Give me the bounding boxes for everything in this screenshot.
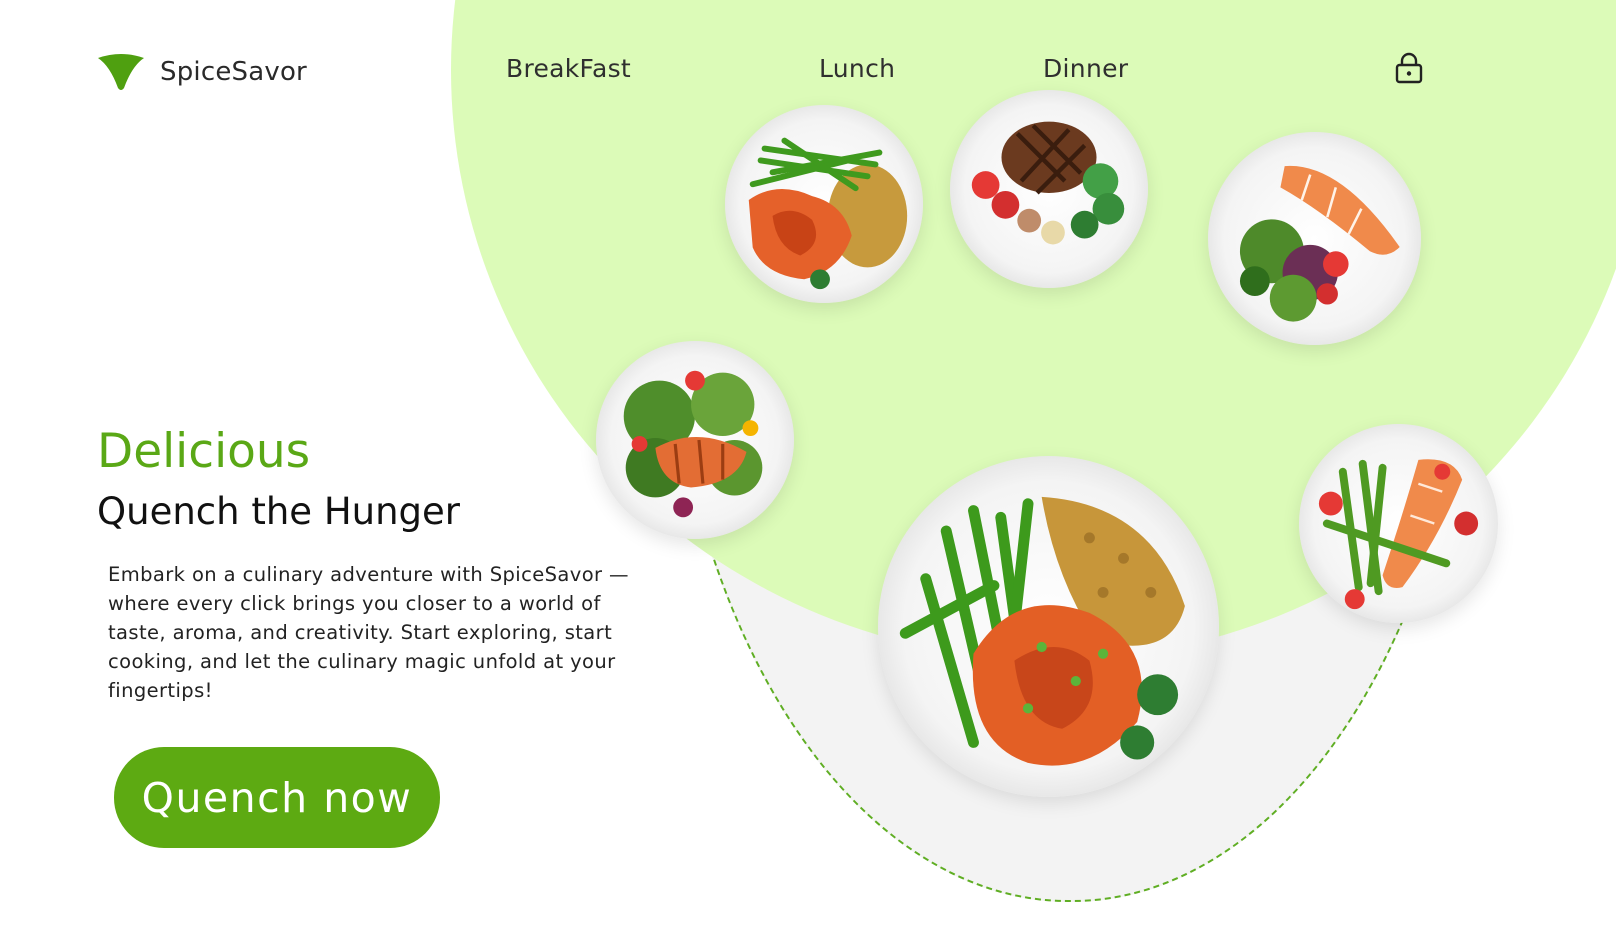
brand-logo[interactable]: SpiceSavor	[96, 52, 307, 92]
quench-now-button[interactable]: Quench now	[114, 747, 440, 848]
dish-salmon-greens-salad[interactable]	[596, 341, 794, 539]
dish-salmon-salad[interactable]	[1208, 132, 1421, 345]
salmon-salad-plate-icon	[1239, 165, 1400, 322]
salmon-greens-salad-plate-icon	[623, 370, 763, 518]
nav-item-breakfast[interactable]: BreakFast	[506, 54, 631, 83]
lock-bag-icon[interactable]	[1394, 52, 1424, 84]
hero-eyebrow: Delicious	[97, 424, 311, 479]
hero-headline: Quench the Hunger	[97, 490, 461, 533]
salmon-asparagus-plate-icon	[1318, 459, 1479, 610]
featured-dish-chicken-greenbeans-rice[interactable]	[878, 456, 1219, 797]
nav-item-lunch[interactable]: Lunch	[819, 54, 895, 83]
dish-salmon-asparagus[interactable]	[1299, 424, 1498, 623]
brand-name: SpiceSavor	[160, 57, 307, 87]
hero-description: Embark on a culinary adventure with Spic…	[108, 563, 629, 702]
featured-chicken-greenbeans-rice-plate-icon	[899, 496, 1185, 766]
top-navigation: SpiceSavor BreakFast Lunch Dinner	[0, 0, 1616, 140]
nav-item-dinner[interactable]: Dinner	[1043, 54, 1128, 83]
leaf-logo-icon	[98, 54, 144, 90]
